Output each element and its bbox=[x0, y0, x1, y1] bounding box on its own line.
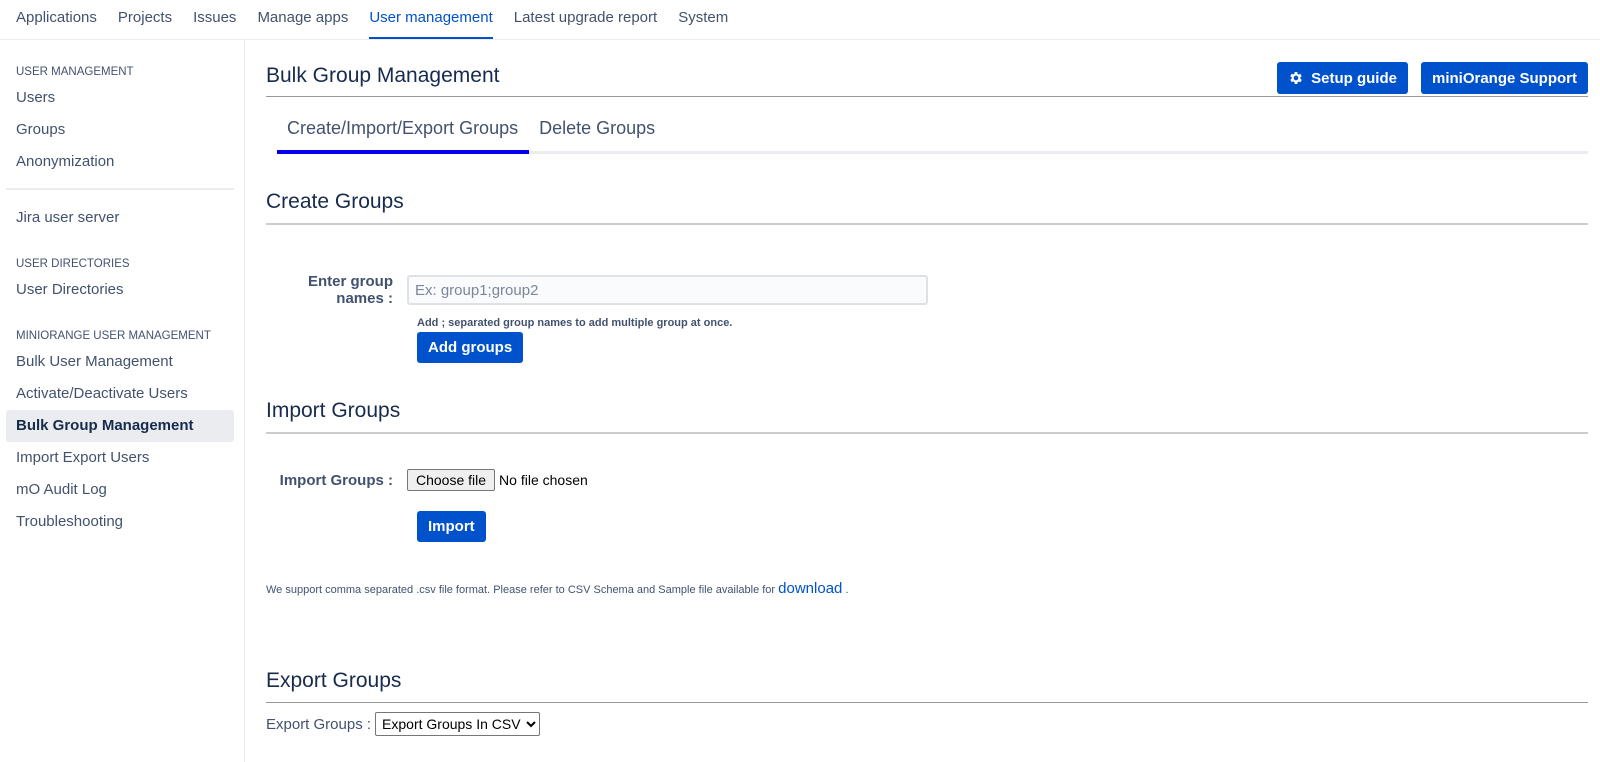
sidebar-item-groups[interactable]: Groups bbox=[6, 114, 234, 146]
create-groups-title: Create Groups bbox=[266, 190, 1588, 225]
csv-format-note: We support comma separated .csv file for… bbox=[266, 580, 1588, 597]
csv-note-end: . bbox=[845, 584, 849, 596]
export-format-select[interactable]: Export Groups In CSV bbox=[375, 712, 541, 736]
miniorange-support-button[interactable]: miniOrange Support bbox=[1420, 62, 1588, 94]
nav-manage-apps[interactable]: Manage apps bbox=[257, 8, 348, 39]
page-title: Bulk Group Management bbox=[266, 64, 500, 87]
sidebar-divider bbox=[6, 188, 234, 190]
sidebar-item-troubleshooting[interactable]: Troubleshooting bbox=[6, 506, 234, 538]
gear-icon bbox=[1290, 72, 1302, 84]
group-names-hint: Add ; separated group names to add multi… bbox=[417, 317, 733, 329]
add-groups-button[interactable]: Add groups bbox=[417, 332, 524, 363]
sidebar-item-users[interactable]: Users bbox=[6, 82, 234, 114]
download-link[interactable]: download bbox=[778, 580, 842, 597]
page-header: Bulk Group Management Setup guide miniOr… bbox=[266, 60, 1588, 97]
main-content: Bulk Group Management Setup guide miniOr… bbox=[245, 40, 1600, 762]
nav-user-management[interactable]: User management bbox=[369, 8, 493, 39]
sidebar-item-user-directories[interactable]: User Directories bbox=[6, 274, 234, 306]
import-groups-section: Import Groups Import Groups : Choose fil… bbox=[266, 399, 1588, 597]
nav-issues[interactable]: Issues bbox=[193, 8, 236, 39]
import-groups-label: Import Groups : bbox=[279, 471, 393, 489]
sidebar: USER MANAGEMENT Users Groups Anonymizati… bbox=[0, 40, 245, 762]
export-groups-section: Export Groups Export Groups : Export Gro… bbox=[266, 669, 1588, 736]
group-names-input[interactable] bbox=[407, 275, 928, 305]
sidebar-heading-miniorange: MINIORANGE USER MANAGEMENT bbox=[16, 330, 211, 342]
sidebar-item-mo-audit-log[interactable]: mO Audit Log bbox=[6, 474, 234, 506]
nav-projects[interactable]: Projects bbox=[118, 8, 172, 39]
sidebar-item-anonymization[interactable]: Anonymization bbox=[6, 146, 234, 178]
sidebar-item-activate-deactivate-users[interactable]: Activate/Deactivate Users bbox=[6, 378, 234, 410]
export-groups-title: Export Groups bbox=[266, 669, 1588, 703]
nav-applications[interactable]: Applications bbox=[16, 8, 97, 39]
nav-latest-upgrade-report[interactable]: Latest upgrade report bbox=[514, 8, 657, 39]
tab-create-import-export[interactable]: Create/Import/Export Groups bbox=[277, 108, 530, 154]
import-button[interactable]: Import bbox=[417, 511, 486, 542]
sidebar-heading-user-management: USER MANAGEMENT bbox=[16, 66, 134, 78]
choose-file-button[interactable]: Choose file bbox=[407, 469, 496, 491]
csv-note-text: We support comma separated .csv file for… bbox=[266, 584, 776, 596]
tab-delete-groups[interactable]: Delete Groups bbox=[529, 108, 666, 154]
group-names-label: Enter group names : bbox=[308, 273, 393, 307]
setup-guide-button[interactable]: Setup guide bbox=[1277, 62, 1408, 94]
top-navigation: Applications Projects Issues Manage apps… bbox=[0, 0, 1600, 40]
export-groups-label: Export Groups : bbox=[266, 715, 372, 733]
import-groups-title: Import Groups bbox=[266, 399, 1588, 434]
setup-guide-label: Setup guide bbox=[1311, 69, 1397, 87]
sidebar-item-import-export-users[interactable]: Import Export Users bbox=[6, 442, 234, 474]
tab-bar: Create/Import/Export Groups Delete Group… bbox=[277, 108, 1588, 154]
sidebar-heading-user-directories: USER DIRECTORIES bbox=[16, 258, 130, 270]
sidebar-item-bulk-user-management[interactable]: Bulk User Management bbox=[6, 346, 234, 378]
sidebar-item-jira-user-server[interactable]: Jira user server bbox=[6, 202, 234, 234]
file-status: No file chosen bbox=[499, 472, 588, 488]
nav-system[interactable]: System bbox=[678, 8, 728, 39]
create-groups-section: Create Groups Enter group names : Add ; … bbox=[266, 190, 1588, 363]
sidebar-item-bulk-group-management[interactable]: Bulk Group Management bbox=[6, 410, 234, 442]
